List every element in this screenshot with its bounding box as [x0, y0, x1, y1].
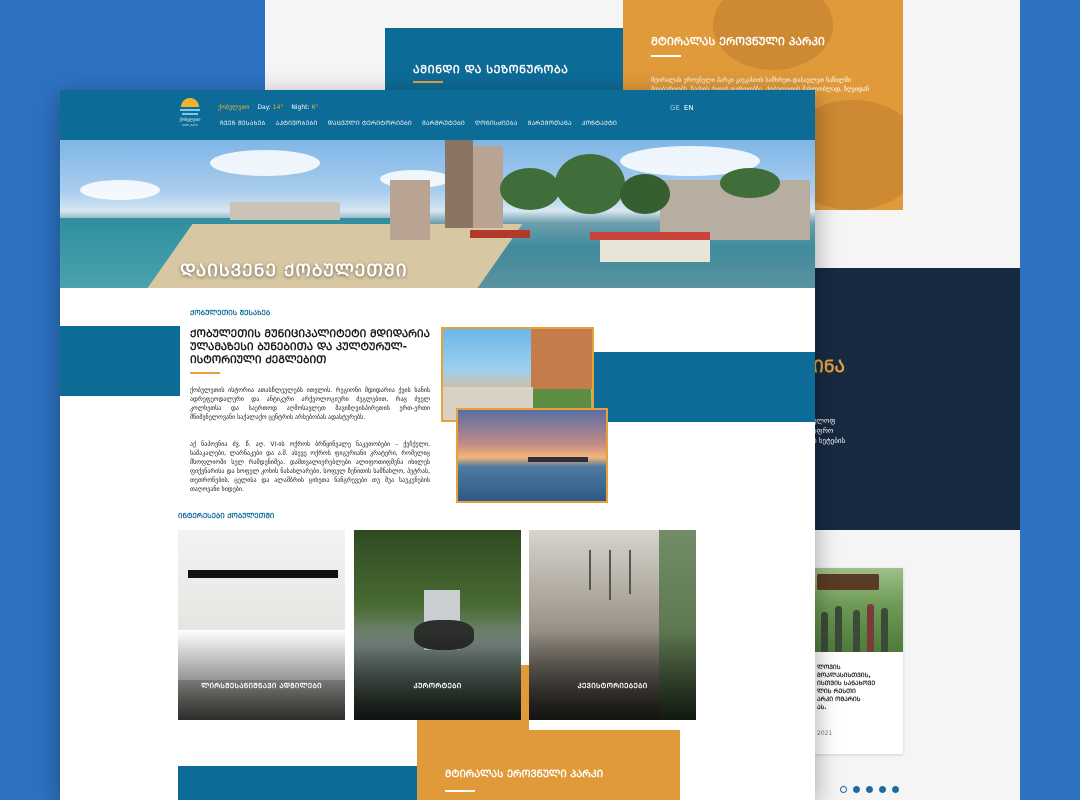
- menu-item-routes[interactable]: ᲛᲐᲠᲨᲠᲣᲢᲔᲑᲘ: [422, 119, 465, 127]
- attraction-card-resorts[interactable]: ᲙᲣᲠᲝᲠᲢᲔᲑᲘ: [354, 530, 521, 720]
- site-logo[interactable]: ქობულეთი KOB ULETI: [177, 96, 203, 132]
- about-heading: ᲥᲝᲑᲣᲚᲔᲗᲘᲡ ᲛᲣᲜᲘᲪᲘᲞᲐᲚᲘᲢᲔᲢᲘ ᲛᲓᲘᲓᲐᲠᲘᲐ ᲣᲚᲐᲛᲐᲖ…: [190, 328, 430, 366]
- navy-heading-fragment: ᲘᲜᲐ: [813, 357, 845, 377]
- language-switcher: GE EN: [670, 104, 694, 112]
- tree: [720, 168, 780, 198]
- pendant-lamp: [629, 550, 631, 594]
- about-paragraph-2: აქ ნაპოვნია ძვ. წ. აღ. VI-ის ოქროს ბრწყი…: [190, 441, 430, 493]
- night-label: Night:: [291, 104, 310, 111]
- carousel-dot[interactable]: [853, 786, 860, 793]
- pendant-lamp: [609, 550, 611, 600]
- building: [390, 180, 430, 240]
- menu-item-events[interactable]: ᲦᲝᲜᲘᲡᲫᲘᲔᲑᲐ: [475, 119, 518, 127]
- hero-banner: ᲓᲐᲘᲡᲕᲔᲜᲔ ᲥᲝᲑᲣᲚᲔᲗᲨᲘ: [60, 140, 815, 288]
- roof: [470, 230, 530, 238]
- front-page-mockup: ქობულეთი KOB ULETI ქობულეთი Day: 14° Nig…: [60, 90, 815, 800]
- heading-underline: [190, 372, 220, 374]
- lang-en[interactable]: EN: [684, 104, 694, 112]
- top-navigation: ქობულეთი KOB ULETI ქობულეთი Day: 14° Nig…: [60, 90, 815, 140]
- about-section-label: ᲥᲝᲑᲣᲚᲔᲗᲘᲡ ᲨᲔᲡᲐᲮᲔᲑ: [190, 309, 271, 317]
- weather-night: Night: 6°: [291, 104, 318, 111]
- building: [445, 140, 473, 228]
- pier: [528, 457, 588, 462]
- news-card-photo: [813, 568, 903, 652]
- back-card-park-title: ᲛᲢᲘᲠᲐᲚᲐᲡ ᲔᲠᲝᲕᲜᲣᲚᲘ ᲞᲐᲠᲙᲘ: [651, 35, 825, 48]
- navy-text-fragment: ელოფ აფრო ს ხეტების: [813, 417, 846, 445]
- carousel-dot[interactable]: [892, 786, 899, 793]
- wave-icon: [180, 109, 200, 111]
- title-underline: [413, 81, 443, 83]
- menu-item-environment[interactable]: ᲒᲐᲠᲔᲛᲝᲗᲐᲜᲐ: [528, 119, 572, 127]
- menu-item-contact[interactable]: ᲙᲝᲜᲢᲐᲥᲢᲘ: [582, 119, 617, 127]
- menu-item-protected-areas[interactable]: ᲓᲐᲪᲕᲣᲚᲘ ᲢᲔᲠᲘᲢᲝᲠᲘᲔᲑᲘ: [327, 119, 412, 127]
- wave-icon: [182, 113, 198, 115]
- carousel-dot[interactable]: [866, 786, 873, 793]
- day-label: Day:: [257, 104, 271, 111]
- news-card-text: ᲚᲝᲕᲘᲡ ᲛᲝᲐᲚᲐᲡᲘᲡᲗᲕᲘᲡ, ᲘᲡᲗᲕᲘᲡ ᲡᲐᲜᲐᲮᲝᲕᲔ ᲚᲘᲡ …: [817, 664, 876, 711]
- park-card[interactable]: ᲛᲢᲘᲠᲐᲚᲐᲡ ᲔᲠᲝᲕᲜᲣᲚᲘ ᲞᲐᲠᲙᲘ: [417, 730, 680, 800]
- back-card-sport[interactable]: ᲐᲛᲘᲜᲓᲘ ᲓᲐ ᲡᲔᲖᲝᲜᲣᲠᲝᲑᲐ: [385, 28, 625, 92]
- card-gradient: [178, 630, 345, 720]
- building: [531, 329, 592, 389]
- pendant-lamp: [589, 550, 591, 590]
- tree: [620, 174, 670, 214]
- weather-city: ქობულეთი: [218, 104, 250, 111]
- attraction-caption: ᲚᲘᲠᲡᲨᲔᲡᲐᲜᲘᲨᲜᲐᲕᲘ ᲐᲓᲒᲘᲚᲔᲑᲘ: [201, 682, 322, 690]
- attraction-caption: ᲙᲔᲕᲘᲡᲢᲝᲠᲘᲔᲑᲔᲑᲘ: [577, 682, 648, 690]
- back-navy-section: ᲘᲜᲐ ელოფ აფრო ს ხეტების: [813, 268, 1020, 530]
- decor-blue-block: [178, 766, 417, 800]
- title-underline: [651, 55, 681, 57]
- tree: [500, 168, 560, 210]
- about-paragraph-1: ქობულეთის ისტორია ათასწლეულებს ითვლის. რ…: [190, 387, 430, 421]
- news-card-date: 2021: [817, 730, 833, 737]
- menu-item-activities[interactable]: ᲐᲙᲢᲘᲕᲝᲑᲔᲑᲘ: [276, 119, 318, 127]
- back-card-sport-title: ᲐᲛᲘᲜᲓᲘ ᲓᲐ ᲡᲔᲖᲝᲜᲣᲠᲝᲑᲐ: [413, 63, 569, 76]
- park-card-title: ᲛᲢᲘᲠᲐᲚᲐᲡ ᲔᲠᲝᲕᲜᲣᲚᲘ ᲞᲐᲠᲙᲘ: [445, 769, 604, 780]
- cloud: [80, 180, 160, 200]
- card-gradient: [529, 630, 696, 720]
- sun-logo-icon: [181, 98, 199, 107]
- roof: [590, 232, 710, 240]
- logo-subtitle: KOB ULETI: [182, 123, 198, 127]
- sunset-pier-photo: [456, 408, 608, 503]
- hiker-figure: [853, 610, 860, 652]
- attractions-section-label: ᲘᲜᲢᲔᲠᲔᲡᲔᲑᲘ ᲥᲝᲑᲣᲚᲔᲗᲨᲘ: [178, 512, 275, 520]
- building: [230, 202, 340, 220]
- day-temp: 14°: [272, 104, 284, 111]
- main-menu: ᲩᲕᲔᲜ ᲨᲔᲡᲐᲮᲔᲑ ᲐᲙᲢᲘᲕᲝᲑᲔᲑᲘ ᲓᲐᲪᲕᲣᲚᲘ ᲢᲔᲠᲘᲢᲝᲠᲘ…: [220, 119, 617, 127]
- decor-blue-block: [60, 326, 180, 396]
- weather-day: Day: 14°: [257, 104, 283, 111]
- card-gradient: [354, 630, 521, 720]
- logo-wordmark: ქობულეთი: [179, 117, 201, 122]
- hiker-figure: [835, 606, 842, 652]
- cafe: [600, 238, 710, 262]
- hiker-figure: [821, 612, 828, 652]
- hero-title: ᲓᲐᲘᲡᲕᲔᲜᲔ ᲥᲝᲑᲣᲚᲔᲗᲨᲘ: [180, 261, 408, 281]
- park-sign: [817, 574, 879, 590]
- hiker-figure: [881, 608, 888, 652]
- menu-item-about[interactable]: ᲩᲕᲔᲜ ᲨᲔᲡᲐᲮᲔᲑ: [220, 119, 266, 127]
- carousel-dot[interactable]: [840, 786, 847, 793]
- title-underline: [445, 790, 475, 792]
- attraction-card-sights[interactable]: ᲚᲘᲠᲡᲨᲔᲡᲐᲜᲘᲨᲜᲐᲕᲘ ᲐᲓᲒᲘᲚᲔᲑᲘ: [178, 530, 345, 720]
- carousel-dots: [840, 786, 899, 793]
- lang-ge[interactable]: GE: [670, 104, 680, 112]
- carousel-dot[interactable]: [879, 786, 886, 793]
- gallery-ceiling: [188, 570, 338, 578]
- weather-widget: ქობულეთი Day: 14° Night: 6°: [218, 104, 318, 111]
- hiker-figure: [867, 604, 874, 652]
- cloud: [210, 150, 320, 176]
- tree: [555, 154, 625, 214]
- back-news-card[interactable]: ᲚᲝᲕᲘᲡ ᲛᲝᲐᲚᲐᲡᲘᲡᲗᲕᲘᲡ, ᲘᲡᲗᲕᲘᲡ ᲡᲐᲜᲐᲮᲝᲕᲔ ᲚᲘᲡ …: [813, 568, 903, 754]
- attraction-caption: ᲙᲣᲠᲝᲠᲢᲔᲑᲘ: [413, 682, 462, 690]
- night-temp: 6°: [311, 104, 319, 111]
- building: [473, 146, 503, 228]
- attraction-card-restaurants[interactable]: ᲙᲔᲕᲘᲡᲢᲝᲠᲘᲔᲑᲔᲑᲘ: [529, 530, 696, 720]
